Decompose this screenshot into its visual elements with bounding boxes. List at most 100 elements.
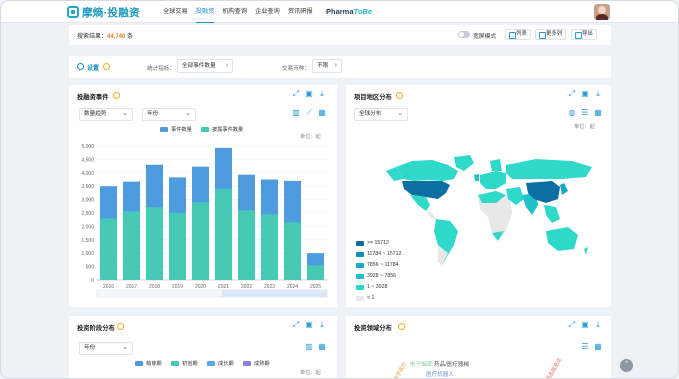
widescreen-toggle[interactable]: [458, 31, 470, 38]
cloud-word[interactable]: 药品信息化: [544, 357, 563, 378]
legend-swatch: [201, 127, 209, 132]
map-canada: [396, 160, 458, 181]
map-legend-item[interactable]: 11784 ~ 15712: [356, 251, 401, 257]
trend-select[interactable]: 数量趋势: [79, 108, 133, 121]
table-icon[interactable]: ▦: [318, 109, 326, 117]
logo[interactable]: 摩熵·投融资: [67, 4, 140, 20]
nav-companies[interactable]: 企业查询: [251, 1, 284, 23]
currency-label: 交易币种：: [282, 66, 310, 72]
stage-legend-item[interactable]: 萌芽期: [135, 360, 162, 367]
y-tick-label: 0: [91, 278, 94, 284]
download-icon[interactable]: ⤓: [594, 321, 602, 329]
metric-select[interactable]: 全部事件数量: [177, 59, 233, 73]
stage-legend-item[interactable]: 成长期: [207, 360, 234, 367]
download-icon[interactable]: ⤓: [318, 321, 326, 329]
legend-swatch: [207, 361, 215, 366]
metric-label: 统计指标：: [147, 66, 175, 72]
legend-swatch: [160, 127, 168, 132]
image-download-icon[interactable]: ▣: [305, 321, 313, 329]
bar-disclosed: [122, 211, 141, 280]
legend-disclosed[interactable]: 披露事件数量: [201, 126, 243, 133]
top-navigation-bar: 摩熵·投融资 全球交易 投融资 机构查询 企业查询 资讯研报 PharmaToB…: [1, 1, 678, 23]
bar-disclosed: [306, 265, 325, 280]
info-icon[interactable]: [398, 323, 405, 330]
map-legend-item[interactable]: < 1: [356, 295, 374, 301]
nav-institutions[interactable]: 机构查询: [218, 1, 251, 23]
legend-label: 成熟期: [254, 361, 270, 367]
bar-disclosed: [99, 218, 118, 280]
fullscreen-icon[interactable]: ⤢: [568, 321, 576, 329]
legend-label: 成长期: [218, 361, 234, 367]
more-columns-button[interactable]: 更多列: [535, 29, 567, 40]
map-south-america: [434, 219, 458, 265]
line-chart-icon[interactable]: ⟋: [305, 109, 313, 117]
map-russia: [506, 159, 592, 179]
image-download-icon[interactable]: ▣: [581, 321, 589, 329]
image-download-icon[interactable]: ▣: [305, 90, 313, 98]
nav-global-deals[interactable]: 全球交易: [159, 1, 192, 23]
settings-title: 设置: [87, 66, 100, 72]
bar-chart-icon[interactable]: ▥: [305, 343, 313, 351]
legend-swatch: [356, 295, 364, 301]
bar-list-icon[interactable]: ☰: [581, 343, 589, 351]
map-legend-item[interactable]: >= 15712: [356, 240, 389, 246]
bar-disclosed: [168, 213, 187, 280]
y-tick-label: 1,500: [81, 238, 94, 244]
result-count: 44,740: [107, 34, 126, 40]
legend-swatch: [356, 251, 364, 257]
bar-chart: 0 500 1,000 1,500 2,000 2,500 3,000 3,500 4,000 4…: [81, 144, 328, 298]
stage-legend-item[interactable]: 成熟期: [243, 360, 270, 367]
year-select-value: 年份: [147, 111, 159, 117]
main-nav: 全球交易 投融资 机构查询 企业查询 资讯研报: [159, 1, 317, 23]
stage-legend-item[interactable]: 初创期: [171, 360, 198, 367]
info-icon[interactable]: [103, 63, 110, 70]
x-tick-label: 2022: [241, 284, 252, 290]
fullscreen-icon[interactable]: ⤢: [292, 90, 300, 98]
list-button[interactable]: 列表: [505, 29, 531, 40]
zoom-slider-window: [222, 290, 327, 297]
info-icon[interactable]: [113, 92, 120, 99]
fullscreen-icon[interactable]: ⤢: [292, 321, 300, 329]
legend-label: >= 15712: [367, 240, 389, 246]
cloud-word[interactable]: 电子烟草: [410, 360, 432, 368]
year-select[interactable]: 年份: [142, 108, 196, 121]
logo-text: 摩熵·投融资: [82, 6, 140, 19]
cloud-word[interactable]: 医疗机器人: [426, 370, 454, 378]
pharmatobe-link[interactable]: PharmaToBe: [326, 1, 372, 23]
table-icon[interactable]: ▦: [594, 343, 602, 351]
bar-disclosed: [283, 222, 302, 280]
result-count-text: 搜索结果：44,740 条: [77, 31, 133, 40]
download-icon[interactable]: ⤓: [318, 90, 326, 98]
bar-disclosed: [145, 207, 164, 280]
stage-year-select[interactable]: 年份: [79, 342, 133, 355]
legend-swatch: [135, 361, 143, 366]
y-tick-label: 4,000: [81, 171, 94, 177]
cloud-word[interactable]: 药品/医疗器械: [434, 360, 469, 368]
bar-chart-icon[interactable]: ▥: [292, 109, 300, 117]
nav-investment[interactable]: 投融资: [192, 1, 219, 23]
investment-events-panel: 投融资事件 ⤢ ▣ ⤓ 数量趋势 年份 ▥ ⟋ ▦ 事件数量 披露事件数量 单位…: [69, 85, 337, 307]
scroll-to-top-button[interactable]: ⌃: [620, 359, 633, 372]
info-icon[interactable]: [117, 323, 124, 330]
currency-select[interactable]: 不限: [312, 59, 342, 73]
map-greenland: [454, 155, 474, 171]
export-button[interactable]: 导出: [571, 29, 597, 40]
legend-label: 7856 ~ 11784: [367, 262, 399, 268]
nav-news-reports[interactable]: 资讯研报: [284, 1, 317, 23]
y-tick-label: 3,000: [81, 198, 94, 204]
map-mexico: [410, 195, 430, 211]
legend-events[interactable]: 事件数量: [160, 126, 192, 133]
panel-title: 投资领域分布: [354, 325, 392, 332]
map-uk: [474, 174, 479, 181]
table-icon[interactable]: ▦: [318, 343, 326, 351]
x-tick-label: 2019: [172, 284, 183, 290]
map-new-zealand: [584, 247, 588, 255]
cloud-word[interactable]: 数字医疗: [392, 361, 409, 378]
investment-field-panel: 投资领域分布 ⤢ ▣ ⤓ ☰ ▦ 电子烟草 药品/医疗器械 医疗机器人 数字医疗…: [346, 316, 611, 378]
result-unit: 条: [125, 34, 134, 40]
map-legend-item[interactable]: 7856 ~ 11784: [356, 262, 399, 268]
map-legend-item[interactable]: 1 ~ 3928: [356, 284, 387, 290]
x-tick-label: 2023: [264, 284, 275, 290]
map-legend-item[interactable]: 3928 ~ 7856: [356, 273, 396, 279]
avatar[interactable]: [594, 4, 610, 20]
